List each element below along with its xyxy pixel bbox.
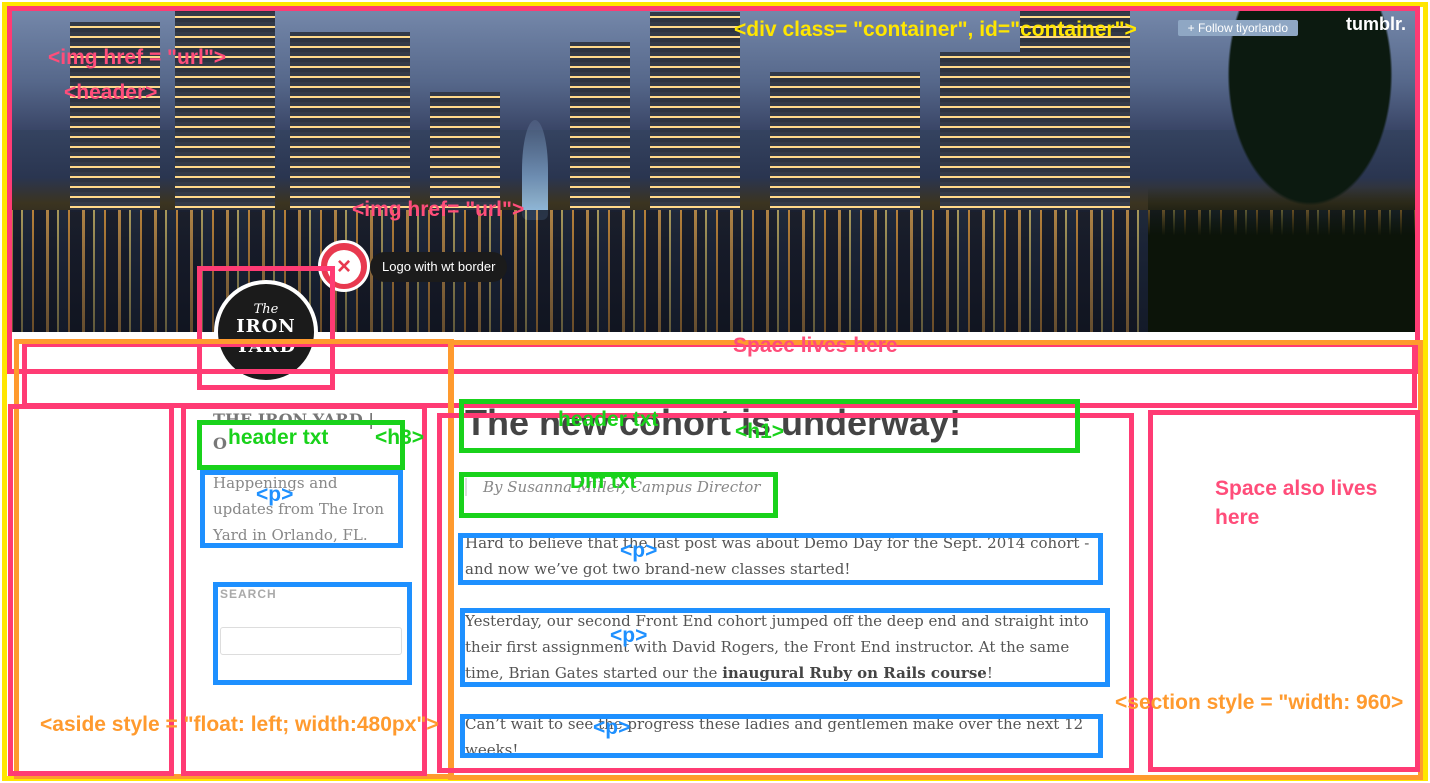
space-also-annotation: Space also lives here	[1215, 477, 1378, 529]
building	[430, 92, 500, 212]
building	[940, 52, 1020, 212]
building	[1020, 10, 1130, 212]
building	[290, 32, 410, 212]
logo-line-the: The	[253, 302, 279, 317]
search-input[interactable]	[220, 627, 402, 655]
post-paragraph-3: Can’t wait to see the progress these lad…	[465, 715, 1084, 759]
logo-line-iron: IRON	[236, 316, 296, 337]
iron-yard-logo[interactable]: The IRON YARD	[214, 280, 318, 384]
paragraph-2-end: !	[986, 664, 993, 682]
sidebar-outline	[181, 404, 427, 776]
left-space-outline	[8, 404, 174, 776]
tooltip-label: Logo with wt border	[370, 252, 508, 282]
fountain	[522, 120, 548, 220]
sidebar-title: THE IRON YARD | O	[213, 410, 383, 454]
sidebar-title-line1: THE IRON YARD |	[213, 410, 375, 429]
close-icon[interactable]: ×	[318, 240, 370, 292]
follow-button[interactable]: + Follow tiyorlando	[1177, 20, 1298, 36]
palm-trees	[1148, 10, 1418, 332]
ruby-course-link[interactable]: inaugural Ruby on Rails course	[722, 664, 987, 682]
post-paragraph-1: Hard to believe that the last post was a…	[465, 534, 1090, 578]
building	[175, 10, 275, 212]
header-image[interactable]: + Follow tiyorlando tumblr.	[10, 10, 1418, 332]
sidebar-description: Happenings and updates from The Iron Yar…	[213, 474, 385, 544]
aside-outline	[14, 339, 454, 779]
building	[770, 72, 920, 212]
logo-line-yard: YARD	[235, 336, 297, 357]
space-annotation: Space lives here	[733, 334, 898, 357]
tumblr-logo[interactable]: tumblr.	[1346, 14, 1406, 35]
building	[650, 12, 740, 212]
aside-annotation: <aside style = "float: left; width:480px…	[40, 713, 439, 736]
right-space-outline	[1148, 410, 1420, 772]
post-paragraph-2: Yesterday, our second Front End cohort j…	[465, 608, 1105, 686]
post-byline: By Susanna Miller, Campus Director	[465, 478, 760, 496]
section-annotation: <section style = "width: 960>	[1115, 691, 1404, 714]
close-icon-glyph: ×	[327, 250, 361, 284]
post-title[interactable]: The new cohort is underway!	[465, 402, 961, 444]
search-label: SEARCH	[220, 587, 277, 601]
sidebar-title-line2: O	[213, 434, 227, 453]
building	[70, 22, 160, 212]
building	[570, 42, 630, 212]
